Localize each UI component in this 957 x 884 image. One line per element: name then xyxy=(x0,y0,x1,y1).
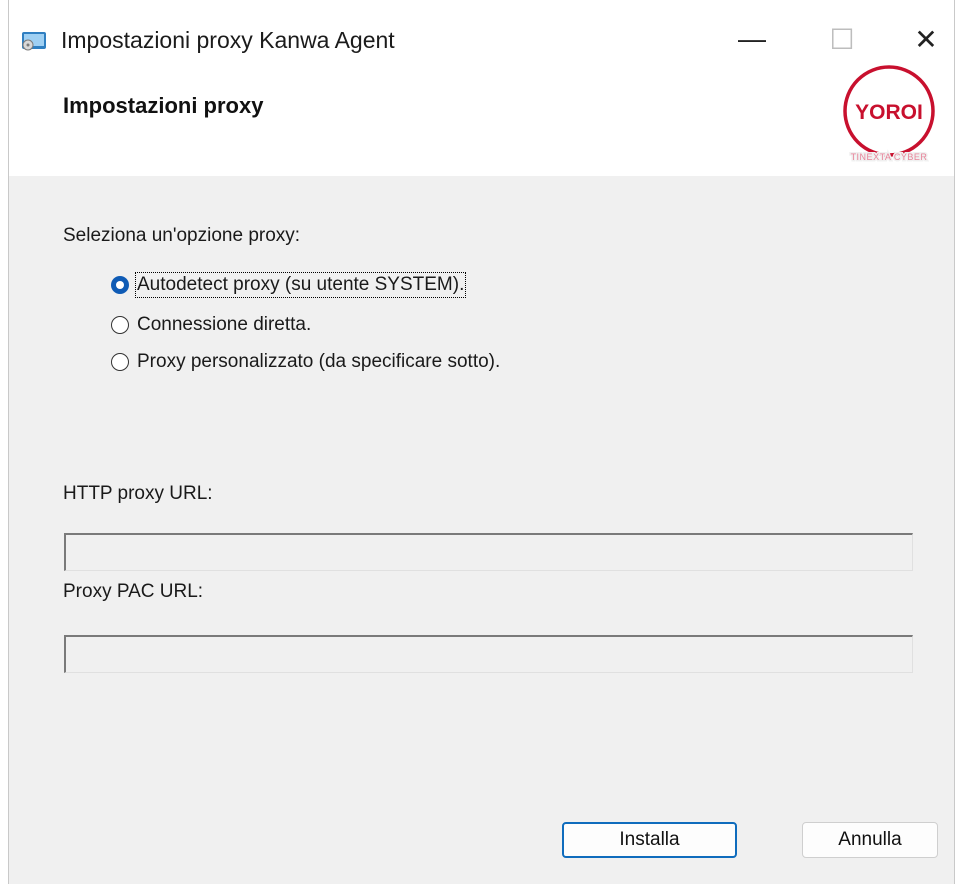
radio-direct-connection[interactable]: Connessione diretta. xyxy=(111,311,311,339)
radio-label-direct: Connessione diretta. xyxy=(137,314,312,335)
dialog-header: Impostazioni proxy YOROI TINEXTA CYBER xyxy=(9,65,954,176)
installer-window: Impostazioni proxy Kanwa Agent — ☐ ✕ Imp… xyxy=(8,0,955,884)
close-button[interactable]: ✕ xyxy=(896,10,956,68)
radio-unselected-icon xyxy=(111,353,129,371)
proxy-pac-url-field[interactable] xyxy=(64,635,913,673)
cancel-button-label: Annulla xyxy=(838,829,902,850)
maximize-button[interactable]: ☐ xyxy=(812,10,872,68)
proxy-option-prompt: Seleziona un'opzione proxy: xyxy=(63,225,301,246)
install-button[interactable]: Installa xyxy=(562,822,737,858)
yoroi-logo: YOROI TINEXTA CYBER xyxy=(843,65,935,164)
minimize-button[interactable]: — xyxy=(722,10,782,68)
minimize-icon: — xyxy=(738,23,766,54)
http-proxy-url-label: HTTP proxy URL: xyxy=(63,483,213,504)
installer-app-icon xyxy=(22,32,46,51)
radio-autodetect-proxy[interactable]: Autodetect proxy (su utente SYSTEM). xyxy=(111,271,467,299)
radio-label-custom: Proxy personalizzato (da specificare sot… xyxy=(137,351,501,372)
window-title: Impostazioni proxy Kanwa Agent xyxy=(61,27,395,53)
page-title: Impostazioni proxy xyxy=(63,93,264,118)
svg-text:TINEXTA CYBER: TINEXTA CYBER xyxy=(851,152,928,162)
radio-unselected-icon xyxy=(111,316,129,334)
maximize-icon: ☐ xyxy=(829,23,855,55)
http-proxy-url-field[interactable] xyxy=(64,533,913,571)
close-icon: ✕ xyxy=(914,23,938,55)
svg-text:YOROI: YOROI xyxy=(855,101,923,124)
proxy-pac-url-label: Proxy PAC URL: xyxy=(63,581,204,602)
title-bar[interactable]: Impostazioni proxy Kanwa Agent — ☐ ✕ xyxy=(9,0,954,82)
cancel-button[interactable]: Annulla xyxy=(802,822,938,858)
radio-custom-proxy[interactable]: Proxy personalizzato (da specificare sot… xyxy=(111,348,500,376)
radio-selected-icon xyxy=(111,276,129,294)
install-button-label: Installa xyxy=(619,829,680,850)
radio-label-autodetect: Autodetect proxy (su utente SYSTEM). xyxy=(134,272,467,298)
